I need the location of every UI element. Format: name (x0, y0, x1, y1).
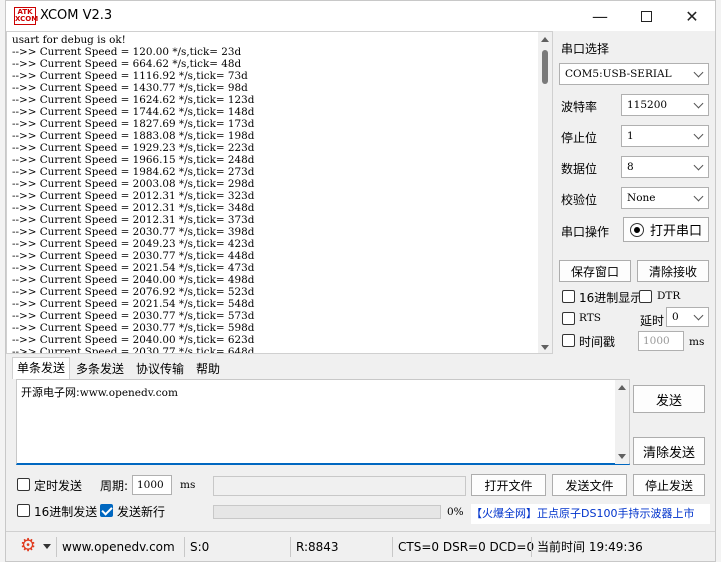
tab-single-send[interactable]: 单条发送 (12, 357, 71, 379)
tab-multi-send[interactable]: 多条发送 (72, 359, 128, 381)
scroll-down-icon[interactable] (618, 454, 626, 459)
rts-label: RTS (579, 312, 601, 324)
send-newline-label: 发送新行 (117, 505, 166, 519)
close-button[interactable]: ✕ (669, 1, 715, 31)
databits-value: 8 (627, 161, 634, 173)
send-text: 开源电子网:www.openedv.com (21, 384, 178, 400)
dtr-label: DTR (657, 290, 681, 302)
send-textarea[interactable]: 开源电子网:www.openedv.com (16, 379, 630, 465)
chevron-down-icon (693, 310, 704, 321)
tab-help[interactable]: 帮助 (192, 359, 224, 381)
timestamp-label: 时间戳 (579, 335, 616, 349)
chevron-down-icon[interactable] (43, 544, 51, 549)
baud-select[interactable]: 115200 (621, 94, 709, 116)
chevron-down-icon (693, 67, 704, 78)
timed-send-label: 定时发送 (34, 479, 83, 493)
period-unit: ms (180, 479, 196, 491)
chevron-down-icon (693, 191, 704, 202)
minimize-icon: — (592, 6, 608, 26)
open-file-button[interactable]: 打开文件 (471, 474, 546, 496)
scroll-up-icon[interactable] (618, 385, 626, 390)
status-received: R:8843 (290, 537, 392, 557)
send-text-cn: 开源电子网: (21, 386, 80, 399)
maximize-icon (640, 10, 652, 22)
stopbits-label: 停止位 (561, 131, 598, 145)
maximize-button[interactable] (623, 1, 669, 31)
port-select[interactable]: COM5:USB-SERIAL (559, 63, 709, 85)
timestamp-unit: ms (689, 336, 705, 348)
scroll-thumb[interactable] (542, 50, 548, 84)
send-file-button[interactable]: 发送文件 (552, 474, 627, 496)
send-progress-text: 0% (447, 506, 464, 518)
status-lines: CTS=0 DSR=0 DCD=0 (392, 537, 534, 557)
tab-protocol[interactable]: 协议传输 (132, 359, 188, 381)
chevron-down-icon (693, 160, 704, 171)
hex-send-label: 16进制发送 (34, 505, 98, 519)
file-path-display (213, 476, 466, 496)
delay-value: 0 (672, 311, 679, 323)
stopbits-select[interactable]: 1 (621, 125, 709, 147)
save-window-button[interactable]: 保存窗口 (559, 260, 631, 282)
stopbits-value: 1 (627, 130, 634, 142)
timed-send-checkbox[interactable] (17, 478, 30, 491)
chevron-down-icon (693, 129, 704, 140)
gear-icon[interactable]: ⚙ (20, 537, 38, 555)
send-newline-checkbox[interactable] (100, 504, 113, 517)
scroll-down-icon[interactable] (541, 345, 549, 350)
timestamp-checkbox[interactable] (562, 334, 575, 347)
minimize-button[interactable]: — (577, 1, 623, 31)
period-label: 周期: (100, 479, 129, 493)
send-progress-bar (213, 505, 441, 519)
receive-text: usart for debug is ok! -->> Current Spee… (12, 34, 255, 354)
hex-display-checkbox[interactable] (562, 290, 575, 303)
port-value: COM5:USB-SERIAL (565, 68, 672, 80)
databits-select[interactable]: 8 (621, 156, 709, 178)
operation-label: 串口操作 (561, 225, 610, 239)
send-button[interactable]: 发送 (633, 385, 705, 413)
clear-receive-button[interactable]: 清除接收 (637, 260, 709, 282)
timestamp-input[interactable]: 1000 (638, 331, 684, 351)
port-label: 串口选择 (561, 42, 610, 56)
open-port-button[interactable]: 打开串口 (623, 217, 709, 242)
chevron-down-icon (693, 98, 704, 109)
port-status-icon (629, 222, 644, 237)
parity-select[interactable]: None (621, 187, 709, 209)
send-text-url: www.openedv.com (79, 387, 178, 399)
stop-send-button[interactable]: 停止发送 (633, 474, 705, 496)
ad-link[interactable]: 【火爆全网】正点原子DS100手持示波器上市 (471, 504, 710, 524)
close-icon: ✕ (685, 6, 699, 26)
parity-value: None (627, 192, 656, 204)
status-time: 当前时间 19:49:36 (531, 537, 671, 557)
delay-label: 延时 (640, 314, 665, 328)
scroll-up-icon[interactable] (541, 37, 549, 42)
status-website[interactable]: www.openedv.com (56, 537, 180, 557)
window-title: XCOM V2.3 (40, 8, 113, 23)
hex-display-label: 16进制显示 (579, 291, 643, 305)
baud-label: 波特率 (561, 100, 598, 114)
open-port-label: 打开串口 (649, 224, 702, 239)
app-logo-icon: ATK XCOM (14, 7, 39, 25)
hex-send-checkbox[interactable] (17, 504, 30, 517)
delay-select[interactable]: 0 (666, 307, 709, 327)
status-sent: S:0 (184, 537, 290, 557)
rts-checkbox[interactable] (562, 312, 575, 325)
parity-label: 校验位 (561, 193, 598, 207)
status-bar: ⚙ www.openedv.com S:0 R:8843 CTS=0 DSR=0… (6, 531, 715, 561)
receive-scrollbar[interactable] (538, 32, 552, 353)
baud-value: 115200 (627, 99, 668, 111)
xcom-window: ATK XCOM XCOM V2.3 — ✕ usart for debug is… (5, 0, 716, 562)
dtr-checkbox[interactable] (639, 290, 652, 303)
period-input[interactable]: 1000 (132, 475, 172, 495)
send-scrollbar[interactable] (615, 380, 629, 464)
receive-textarea[interactable]: usart for debug is ok! -->> Current Spee… (6, 31, 553, 354)
title-bar: ATK XCOM XCOM V2.3 — ✕ (6, 1, 715, 31)
clear-send-button[interactable]: 清除发送 (633, 437, 705, 465)
databits-label: 数据位 (561, 162, 598, 176)
